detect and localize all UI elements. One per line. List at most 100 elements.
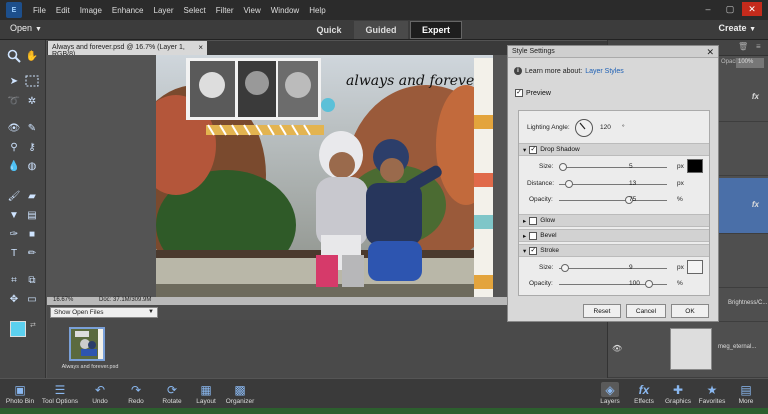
foreground-color-swatch[interactable]	[10, 321, 26, 337]
gradient-tool-icon[interactable]: ▤	[24, 207, 40, 223]
document-tab[interactable]: Always and forever.psd @ 16.7% (Layer 1,…	[48, 41, 207, 58]
content-aware-move-icon[interactable]: ✥	[6, 291, 22, 307]
menu-file[interactable]: File	[28, 6, 51, 15]
tool-options-button[interactable]: ☰ Tool Options	[38, 382, 82, 406]
photo-bin-icon: ▣	[14, 382, 26, 397]
ds-size-slider[interactable]	[559, 163, 667, 171]
close-window-button[interactable]: ✕	[742, 2, 762, 16]
slider-thumb[interactable]	[645, 280, 653, 288]
spot-healing-icon[interactable]: ✎	[24, 120, 40, 136]
bevel-checkbox[interactable]	[529, 231, 538, 240]
shape-tool-icon[interactable]: ■	[24, 226, 40, 242]
sponge-tool-icon[interactable]: ◍	[24, 158, 40, 174]
graphics-icon: ✚	[672, 382, 684, 397]
tab-guided[interactable]: Guided	[354, 21, 408, 39]
fx-icon[interactable]: fx	[752, 200, 759, 209]
organizer-button[interactable]: ▩ Organizer	[218, 382, 262, 406]
document-canvas[interactable]: always and forever	[156, 55, 493, 297]
ok-button[interactable]: OK	[671, 304, 709, 318]
slider-thumb[interactable]	[565, 180, 573, 188]
preview-checkbox[interactable]: ✓	[515, 89, 523, 97]
minimize-button[interactable]: –	[698, 2, 718, 16]
text-tool-icon[interactable]: T	[6, 245, 22, 261]
zoom-tool-icon[interactable]	[6, 48, 22, 64]
menu-select[interactable]: Select	[179, 6, 211, 15]
layer-row[interactable]: 👁 meg_eternal...	[608, 322, 768, 378]
visibility-eye-icon[interactable]: 👁	[612, 344, 622, 353]
ds-distance-slider[interactable]	[559, 180, 667, 188]
swap-colors-icon[interactable]: ⇄	[30, 321, 36, 329]
dialog-title: Style Settings	[508, 46, 718, 58]
os-taskbar	[0, 408, 768, 414]
photo-bin-label: Photo Bin	[5, 398, 35, 405]
ds-distance-value[interactable]: 13	[629, 180, 636, 187]
create-button[interactable]: Create ▼	[719, 23, 756, 33]
fx-icon[interactable]: fx	[752, 92, 759, 101]
menu-enhance[interactable]: Enhance	[107, 6, 149, 15]
eraser-tool-icon[interactable]: ▰	[24, 188, 40, 204]
cancel-button[interactable]: Cancel	[626, 304, 666, 318]
magic-wand-icon[interactable]: ✲	[24, 93, 40, 109]
smart-brush-icon[interactable]: ⚷	[24, 139, 40, 155]
menu-filter[interactable]: Filter	[211, 6, 239, 15]
drop-shadow-section[interactable]: ▾ ✓ Drop Shadow	[519, 143, 709, 156]
tab-quick[interactable]: Quick	[306, 21, 352, 39]
recompose-tool-icon[interactable]: ⧉	[24, 272, 40, 288]
menu-image[interactable]: Image	[75, 6, 107, 15]
close-tab-icon[interactable]: ×	[198, 43, 203, 52]
blur-tool-icon[interactable]: 💧	[6, 158, 22, 174]
redo-label: Redo	[128, 398, 144, 405]
menu-view[interactable]: View	[239, 6, 266, 15]
reset-button[interactable]: Reset	[583, 304, 621, 318]
open-label: Open	[10, 23, 33, 33]
clone-stamp-icon[interactable]: ⚲	[6, 139, 22, 155]
glow-checkbox[interactable]	[529, 216, 538, 225]
bin-thumbnail[interactable]	[69, 327, 105, 361]
stroke-section[interactable]: ▾ ✓ Stroke	[519, 244, 709, 257]
straighten-tool-icon[interactable]: ▭	[24, 291, 40, 307]
eye-tool-icon[interactable]: 👁	[6, 120, 22, 136]
drop-shadow-color-swatch[interactable]	[687, 159, 703, 173]
bevel-section[interactable]: ▸ Bevel	[519, 229, 709, 242]
opacity-field[interactable]: 100%	[736, 58, 764, 68]
stroke-size-slider[interactable]	[559, 264, 667, 272]
ds-size-value[interactable]: 5	[629, 163, 633, 170]
ds-opacity-value[interactable]: 75	[629, 196, 636, 203]
drop-shadow-checkbox[interactable]: ✓	[529, 145, 538, 154]
stroke-size-value[interactable]: 9	[629, 264, 633, 271]
slider-thumb[interactable]	[561, 264, 569, 272]
menu-edit[interactable]: Edit	[51, 6, 75, 15]
slider-thumb[interactable]	[559, 163, 567, 171]
open-button[interactable]: Open ▼	[10, 23, 42, 33]
photo-bin-button[interactable]: ▣ Photo Bin	[0, 382, 42, 406]
tab-expert[interactable]: Expert	[410, 21, 462, 39]
brush-tool-icon[interactable]: 🖌	[6, 188, 22, 204]
glow-section[interactable]: ▸ Glow	[519, 214, 709, 227]
maximize-button[interactable]: ▢	[720, 2, 740, 16]
show-open-files-select[interactable]: Show Open Files ▼	[50, 307, 158, 318]
marquee-tool-icon[interactable]	[24, 73, 40, 89]
zoom-level[interactable]: 16.67%	[53, 297, 73, 303]
move-tool-icon[interactable]: ➤	[6, 73, 22, 89]
stroke-opacity-slider[interactable]	[559, 280, 667, 288]
paint-bucket-icon[interactable]: ▼	[6, 207, 22, 223]
crop-tool-icon[interactable]: ⌗	[6, 272, 22, 288]
menu-layer[interactable]: Layer	[149, 6, 179, 15]
hand-tool-icon[interactable]: ✋	[24, 48, 40, 64]
ds-opacity-slider[interactable]	[559, 196, 667, 204]
layer-styles-link[interactable]: Layer Styles	[585, 68, 624, 75]
menu-window[interactable]: Window	[266, 6, 304, 15]
close-icon[interactable]: ✕	[706, 47, 714, 58]
stroke-opacity-value[interactable]: 100	[629, 280, 640, 287]
lighting-angle-dial[interactable]	[575, 119, 593, 137]
menu-icon[interactable]: ≡	[756, 42, 761, 51]
trash-icon[interactable]: 🗑	[738, 42, 748, 51]
lasso-tool-icon[interactable]: ➰	[6, 93, 22, 109]
eyedropper-icon[interactable]: ✑	[6, 226, 22, 242]
menu-help[interactable]: Help	[304, 6, 330, 15]
lighting-angle-value[interactable]: 120	[600, 124, 611, 131]
stroke-color-swatch[interactable]	[687, 260, 703, 274]
pencil-tool-icon[interactable]: ✏	[24, 245, 40, 261]
stroke-checkbox[interactable]: ✓	[529, 246, 538, 255]
more-button[interactable]: ▤ More	[724, 382, 768, 406]
